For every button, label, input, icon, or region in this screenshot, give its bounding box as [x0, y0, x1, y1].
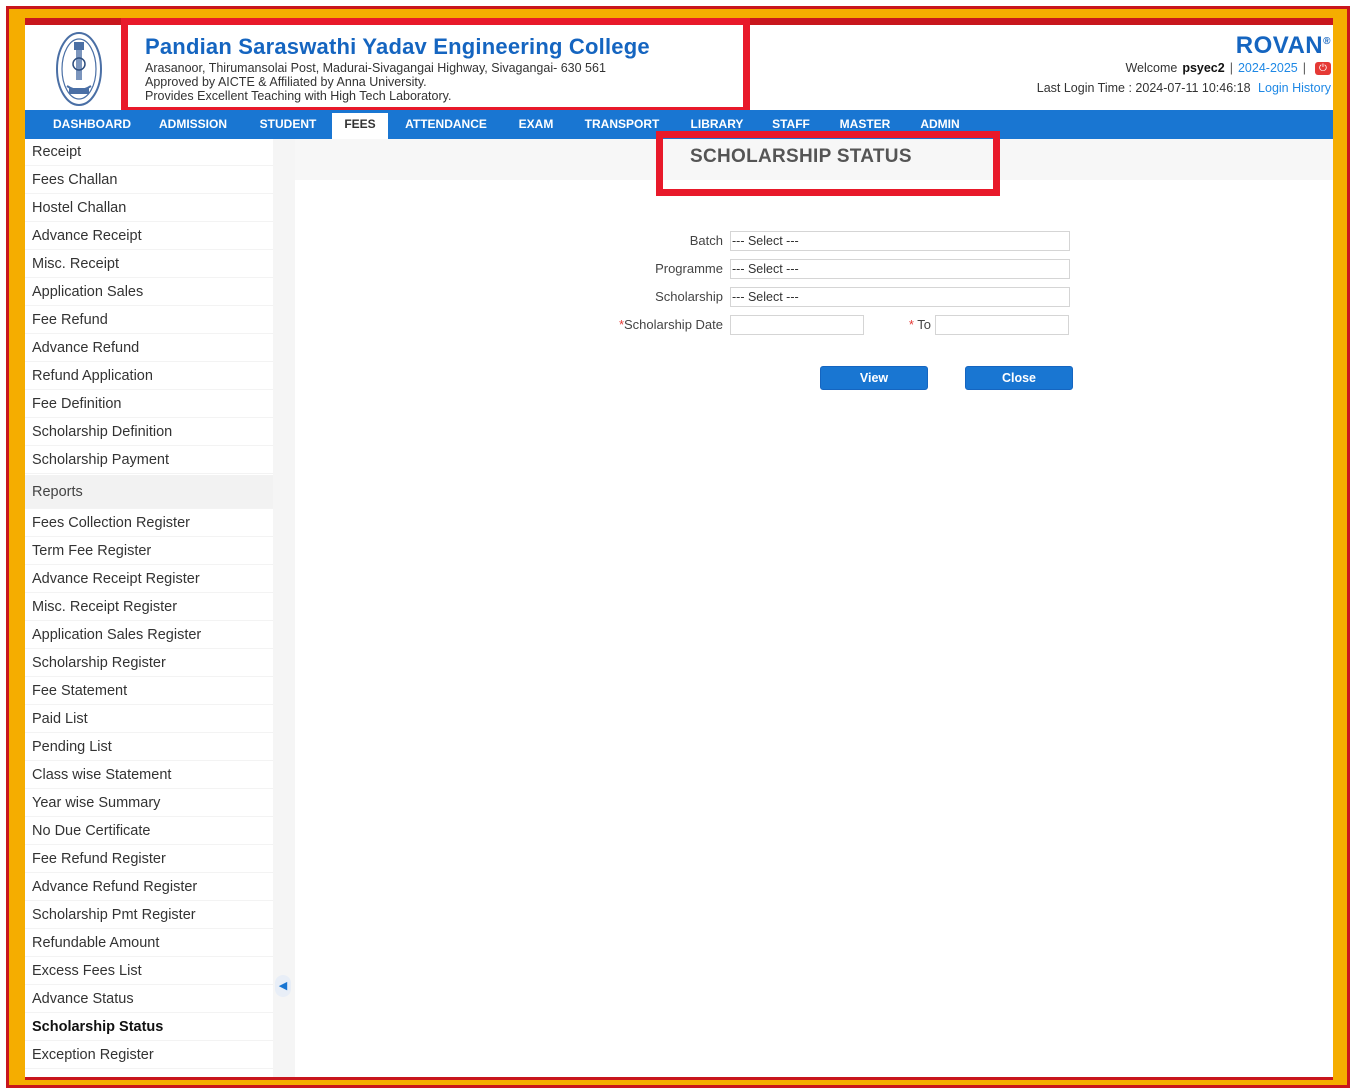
sidebar-item-exception-register[interactable]: Exception Register: [25, 1042, 273, 1069]
logout-icon[interactable]: ⏻: [1315, 61, 1331, 75]
sidebar-item-no-due-certificate[interactable]: No Due Certificate: [25, 818, 273, 845]
scholarship-date-label: *Scholarship Date: [573, 317, 723, 332]
bottom-accent-line: [25, 1077, 1333, 1080]
sidebar-item-scholarship-register[interactable]: Scholarship Register: [25, 650, 273, 677]
sidebar-item-fee-refund-register[interactable]: Fee Refund Register: [25, 846, 273, 873]
sidebar-item-pending-list[interactable]: Pending List: [25, 734, 273, 761]
sidebar-item-scholarship-pmt-register[interactable]: Scholarship Pmt Register: [25, 902, 273, 929]
sidebar-item-application-sales-register[interactable]: Application Sales Register: [25, 622, 273, 649]
sidebar-item-application-sales[interactable]: Application Sales: [25, 279, 273, 306]
scholarship-date-text: Scholarship Date: [624, 317, 723, 332]
sidebar-item-fee-refund[interactable]: Fee Refund: [25, 307, 273, 334]
scholarship-select[interactable]: --- Select ---: [730, 287, 1070, 307]
to-text: To: [917, 317, 931, 332]
sidebar-item-advance-refund-register[interactable]: Advance Refund Register: [25, 874, 273, 901]
brand-mark: ®: [1323, 36, 1331, 47]
nav-admission[interactable]: ADMISSION: [149, 110, 237, 139]
last-login-time: Last Login Time : 2024-07-11 10:46:18: [1036, 81, 1251, 95]
sidebar-item-refund-application[interactable]: Refund Application: [25, 363, 273, 390]
nav-dashboard[interactable]: DASHBOARD: [35, 110, 149, 139]
batch-select[interactable]: --- Select ---: [730, 231, 1070, 251]
sidebar-item-advance-refund[interactable]: Advance Refund: [25, 335, 273, 362]
nav-student[interactable]: STUDENT: [247, 110, 329, 139]
nav-exam[interactable]: EXAM: [509, 110, 563, 139]
app-window: Pandian Saraswathi Yadav Engineering Col…: [25, 18, 1333, 1080]
sidebar-item-advance-status[interactable]: Advance Status: [25, 986, 273, 1013]
sidebar-item-scholarship-status[interactable]: Scholarship Status: [25, 1014, 273, 1041]
sidebar-item-misc-receipt-register[interactable]: Misc. Receipt Register: [25, 594, 273, 621]
sidebar-item-class-wise-statement[interactable]: Class wise Statement: [25, 762, 273, 789]
sidebar-item-term-fee-register[interactable]: Term Fee Register: [25, 538, 273, 565]
sidebar-item-advance-receipt-register[interactable]: Advance Receipt Register: [25, 566, 273, 593]
sidebar-reports-header: Reports: [25, 475, 273, 509]
sidebar-divider: [273, 139, 295, 1080]
sidebar-item-hostel-challan[interactable]: Hostel Challan: [25, 195, 273, 222]
separator: |: [1229, 61, 1233, 75]
last-login-bar: Last Login Time : 2024-07-11 10:46:18 Lo…: [1037, 81, 1331, 95]
view-button[interactable]: View: [820, 366, 928, 390]
welcome-bar: Welcome psyec2 | 2024-2025 | ⏻: [1125, 61, 1331, 75]
sidebar-item-year-wise-summary[interactable]: Year wise Summary: [25, 790, 273, 817]
close-button[interactable]: Close: [965, 366, 1073, 390]
collapse-sidebar-icon[interactable]: ◀: [275, 975, 291, 997]
sidebar-item-fee-definition[interactable]: Fee Definition: [25, 391, 273, 418]
brand-name: ROVAN: [1235, 32, 1324, 59]
sidebar-item-fees-collection-register[interactable]: Fees Collection Register: [25, 510, 273, 537]
sidebar-item-scholarship-definition[interactable]: Scholarship Definition: [25, 419, 273, 446]
highlight-box-header: [121, 18, 750, 114]
highlight-box-title: [656, 131, 1000, 196]
sidebar-item-advance-receipt[interactable]: Advance Receipt: [25, 223, 273, 250]
login-history-link[interactable]: Login History: [1258, 81, 1331, 95]
sidebar-item-misc-receipt[interactable]: Misc. Receipt: [25, 251, 273, 278]
nav-fees[interactable]: FEES: [332, 113, 388, 139]
username: psyec2: [1182, 61, 1225, 75]
scholarship-date-from-input[interactable]: [730, 315, 864, 335]
academic-year-link[interactable]: 2024-2025: [1238, 61, 1298, 75]
sidebar: Receipt Fees Challan Hostel Challan Adva…: [25, 139, 273, 1080]
sidebar-item-paid-list[interactable]: Paid List: [25, 706, 273, 733]
sidebar-item-excess-fees-list[interactable]: Excess Fees List: [25, 958, 273, 985]
batch-label: Batch: [689, 233, 723, 248]
sidebar-item-fee-statement[interactable]: Fee Statement: [25, 678, 273, 705]
sidebar-item-scholarship-payment[interactable]: Scholarship Payment: [25, 447, 273, 474]
sidebar-item-refundable-amount[interactable]: Refundable Amount: [25, 930, 273, 957]
required-mark: *: [908, 317, 914, 332]
separator: |: [1302, 61, 1306, 75]
scholarship-label: Scholarship: [655, 289, 723, 304]
college-logo: [56, 32, 102, 106]
brand-logo: ROVAN®: [1236, 32, 1331, 60]
nav-attendance[interactable]: ATTENDANCE: [391, 110, 501, 139]
programme-label: Programme: [655, 261, 723, 276]
sidebar-item-receipt[interactable]: Receipt: [25, 139, 273, 166]
sidebar-item-fees-challan[interactable]: Fees Challan: [25, 167, 273, 194]
welcome-label: Welcome: [1125, 61, 1178, 75]
to-label: * To: [887, 317, 931, 332]
scholarship-date-to-input[interactable]: [935, 315, 1069, 335]
programme-select[interactable]: --- Select ---: [730, 259, 1070, 279]
